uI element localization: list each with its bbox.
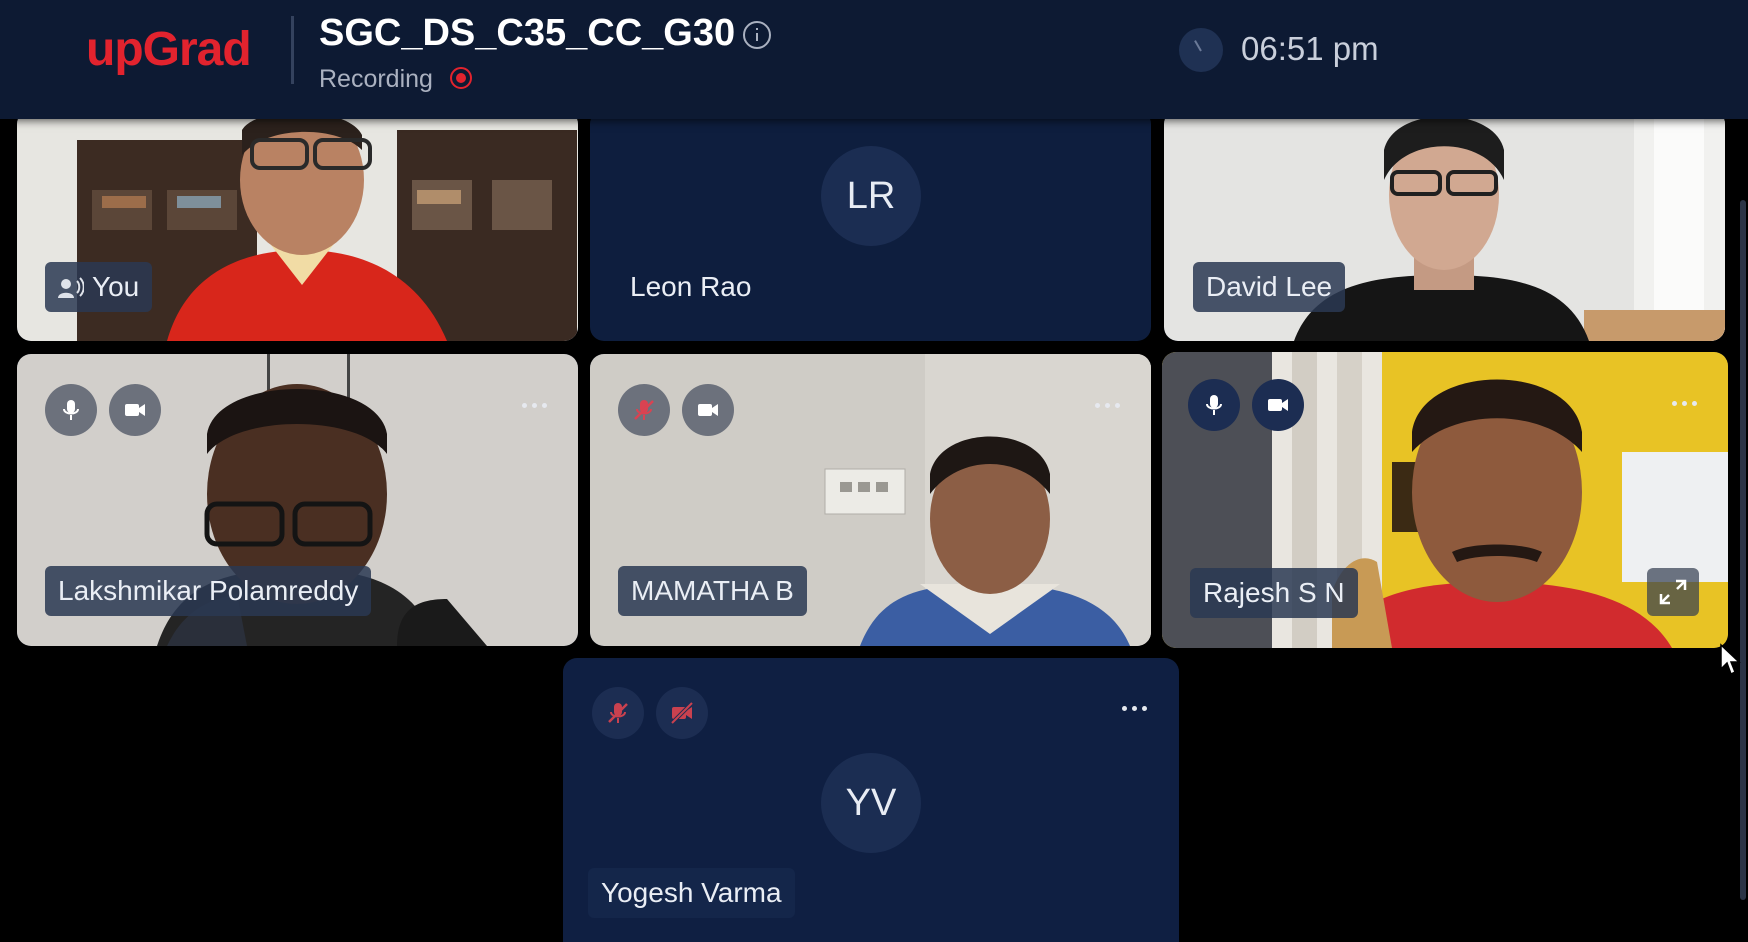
participant-tile-lakshmikar[interactable]: Lakshmikar Polamreddy (17, 354, 578, 646)
camera-button[interactable] (656, 687, 708, 739)
participant-name: Rajesh S N (1190, 568, 1358, 618)
participant-tile-mamatha[interactable]: MAMATHA B (590, 354, 1151, 646)
upgrad-logo: upGrad (86, 23, 252, 76)
meeting-time: 06:51 pm (1241, 30, 1379, 67)
clock-icon (1179, 28, 1223, 72)
participant-tile-david-lee[interactable]: David Lee (1164, 110, 1725, 341)
participant-name: David Lee (1193, 262, 1346, 312)
mouse-cursor-icon (1720, 643, 1741, 676)
camera-icon (1268, 399, 1288, 411)
participant-name-chip: You (45, 262, 153, 312)
info-icon[interactable] (743, 21, 771, 49)
expand-button[interactable] (1647, 568, 1699, 616)
microphone-icon (63, 400, 79, 420)
meeting-header: upGrad SGC_DS_C35_CC_G30 Recording 06:51… (0, 0, 1748, 119)
header-divider (291, 16, 294, 84)
participant-name: You (92, 271, 140, 302)
expand-icon (1659, 579, 1687, 605)
participant-tile-you[interactable]: You (17, 110, 578, 341)
camera-icon (698, 404, 718, 416)
camera-icon (125, 404, 145, 416)
camera-button[interactable] (682, 384, 734, 436)
participant-name: Leon Rao (630, 271, 752, 302)
participant-tile-yogesh-varma[interactable]: YV Yogesh Varma (563, 658, 1179, 942)
camera-button[interactable] (109, 384, 161, 436)
avatar: LR (821, 146, 921, 246)
avatar: YV (821, 753, 921, 853)
participant-name: Yogesh Varma (588, 868, 795, 918)
camera-button[interactable] (1252, 379, 1304, 431)
camera-off-icon (670, 701, 694, 725)
participant-name: Lakshmikar Polamreddy (45, 566, 372, 616)
microphone-button[interactable] (592, 687, 644, 739)
speaker-icon (58, 277, 85, 298)
microphone-button[interactable] (45, 384, 97, 436)
more-options-icon[interactable] (1122, 704, 1152, 712)
microphone-button[interactable] (618, 384, 670, 436)
microphone-muted-icon (634, 400, 654, 420)
scrollbar[interactable] (1740, 200, 1746, 900)
more-options-icon[interactable] (522, 401, 552, 409)
more-options-icon[interactable] (1095, 401, 1125, 409)
meeting-title: SGC_DS_C35_CC_G30 (319, 12, 736, 54)
more-options-icon[interactable] (1672, 399, 1702, 407)
participant-tile-rajesh[interactable]: Rajesh S N (1162, 352, 1728, 648)
microphone-icon (1206, 395, 1222, 415)
participant-tile-leon-rao[interactable]: LR Leon Rao (590, 110, 1151, 341)
recording-icon (450, 67, 472, 89)
microphone-muted-icon (608, 703, 628, 723)
microphone-button[interactable] (1188, 379, 1240, 431)
participant-name: MAMATHA B (618, 566, 807, 616)
recording-label: Recording (319, 65, 433, 93)
